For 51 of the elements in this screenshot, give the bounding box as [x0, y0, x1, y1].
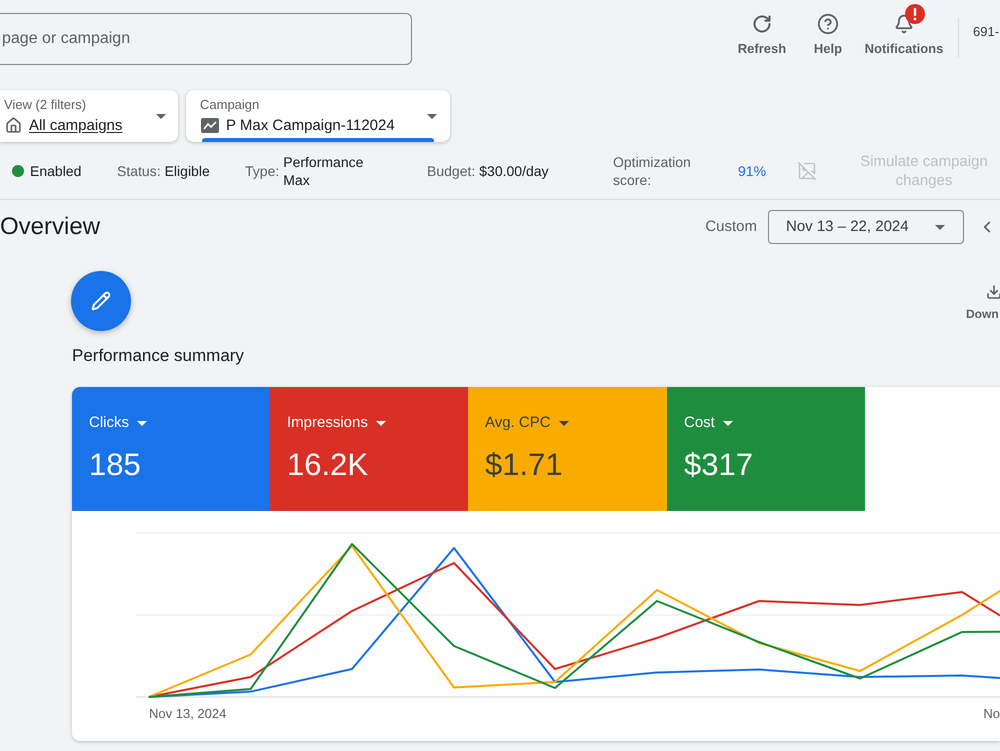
- filter-label: Campaign: [200, 96, 260, 112]
- axis-label: Nov 13, 2024: [149, 705, 226, 724]
- download-button[interactable]: Down: [966, 284, 1000, 321]
- notifications-button[interactable]: Notifications: [862, 4, 946, 56]
- status-dot-icon: [12, 164, 24, 176]
- metric-value: $317: [684, 447, 753, 483]
- caret-icon: [427, 114, 437, 118]
- metric-dropdown[interactable]: Cost: [684, 414, 733, 432]
- line-chart-icon: [201, 118, 219, 133]
- help-button[interactable]: Help: [794, 4, 862, 56]
- date-label: Custom: [705, 216, 757, 237]
- axis-label: No: [983, 705, 1000, 724]
- edit-button[interactable]: [71, 271, 131, 331]
- status-value: Performance Max: [283, 152, 364, 188]
- view-dropdown[interactable]: View (2 filters) All campaigns: [0, 90, 178, 142]
- campaign-dropdown[interactable]: Campaign P Max Campaign-112024: [186, 90, 450, 142]
- filter-value: All campaigns: [29, 116, 122, 136]
- caret-icon: [722, 420, 733, 426]
- page-title: Overview: [0, 213, 100, 241]
- filter-value: P Max Campaign-112024: [226, 116, 395, 136]
- caret-icon: [137, 420, 147, 426]
- metric-value: $1.71: [485, 447, 563, 483]
- pencil-icon: [91, 291, 111, 311]
- home-icon: [5, 117, 22, 134]
- metric-value: 185: [89, 447, 141, 483]
- search-field[interactable]: page or campaign: [0, 13, 412, 65]
- caret-icon: [376, 420, 386, 426]
- status-label: Optimization score:: [613, 152, 692, 188]
- caret-icon: [156, 114, 166, 118]
- account-id: 691-: [973, 23, 1000, 41]
- bell-icon: [894, 14, 914, 34]
- status-value: Eligible: [164, 162, 210, 180]
- date-range-dropdown[interactable]: Nov 13 – 22, 2024: [768, 210, 964, 244]
- section-title: Performance summary: [72, 345, 244, 367]
- metric-dropdown[interactable]: Impressions: [287, 414, 386, 432]
- refresh-button[interactable]: Refresh: [730, 4, 794, 56]
- metric-dropdown[interactable]: Clicks: [89, 414, 147, 432]
- caret-icon: [935, 224, 945, 230]
- status-value: $30.00/day: [479, 162, 549, 180]
- download-icon: [986, 284, 1000, 300]
- optimization-score-link[interactable]: 91%: [738, 162, 797, 180]
- metric-dropdown[interactable]: Avg. CPC: [485, 414, 569, 432]
- help-icon: [817, 13, 839, 35]
- caret-icon: [558, 420, 569, 426]
- status-text: Enabled: [30, 162, 82, 180]
- refresh-icon: [752, 14, 772, 34]
- status-label: Status:: [117, 162, 161, 180]
- status-label: Budget:: [427, 162, 476, 180]
- filter-label: View (2 filters): [4, 96, 88, 112]
- metric-value: 16.2K: [287, 447, 368, 483]
- status-label: Type:: [245, 162, 280, 180]
